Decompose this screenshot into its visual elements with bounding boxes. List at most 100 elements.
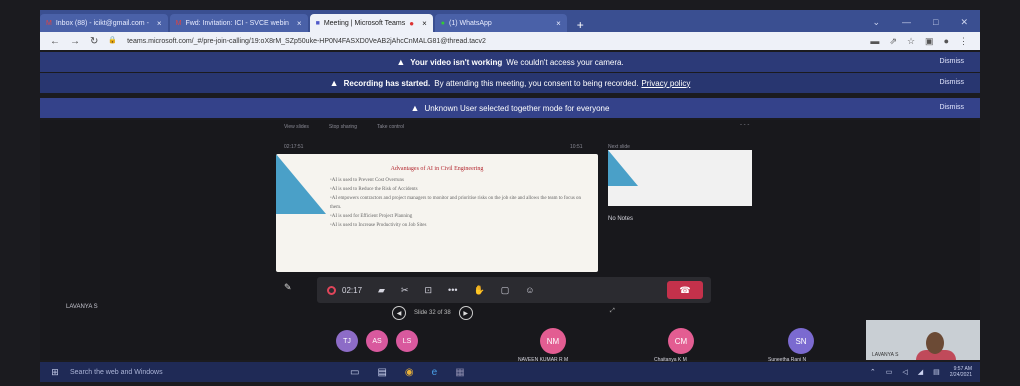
expand-icon[interactable]: ⤢: [610, 308, 615, 315]
more-options-icon[interactable]: - - -: [740, 122, 749, 128]
system-tray: ⌃ ▭ ◁ ◢ ▤ 9:57 AM 2/24/2021: [870, 366, 980, 378]
slide-elapsed-time: 02:17:51: [284, 144, 304, 150]
app-icon[interactable]: ▦: [455, 367, 464, 378]
together-mode-banner: ▲ Unknown User selected together mode fo…: [40, 98, 980, 118]
take-control-button[interactable]: Take control: [377, 124, 404, 130]
wifi-icon[interactable]: ◢: [918, 368, 923, 376]
camera-off-icon[interactable]: ▰: [378, 285, 385, 296]
self-name: LAVANYA S: [872, 352, 899, 358]
participant-avatar[interactable]: AS: [366, 330, 388, 352]
stop-sharing-button[interactable]: Stop sharing: [329, 124, 357, 130]
slide-bullet-list: AI is used to Prevent Cost Overruns AI i…: [330, 176, 598, 230]
raise-hand-icon[interactable]: ✋: [474, 285, 485, 296]
self-video-tile: LAVANYA S: [866, 320, 980, 360]
tab-gmail-invitation[interactable]: M Fwd: Invitation: ICI - SVCE webin ×: [169, 14, 308, 32]
view-slides-button[interactable]: View slides: [284, 124, 309, 130]
warning-icon: ▲: [396, 57, 406, 67]
close-icon[interactable]: ×: [422, 19, 427, 28]
file-explorer-icon[interactable]: ▤: [377, 367, 386, 378]
tab-label: (1) WhatsApp: [449, 19, 492, 27]
close-icon[interactable]: ✕: [960, 17, 968, 28]
clock-date: 2/24/2021: [949, 372, 972, 378]
gmail-icon: M: [175, 19, 182, 27]
chevron-up-icon[interactable]: ⌃: [870, 368, 876, 376]
slide-counter: Slide 32 of 38: [414, 310, 451, 316]
back-icon[interactable]: ←: [50, 36, 60, 47]
warning-icon: ▲: [410, 103, 420, 113]
new-tab-icon[interactable]: +: [569, 18, 592, 32]
whatsapp-icon: ●: [440, 19, 446, 27]
slide-bullet: AI is used to Reduce the Risk of Acciden…: [330, 185, 582, 194]
edge-icon[interactable]: e: [432, 367, 438, 378]
tab-whatsapp[interactable]: ● (1) WhatsApp ×: [434, 14, 567, 32]
task-view-icon[interactable]: ▭: [350, 367, 359, 378]
battery-icon[interactable]: ▭: [886, 368, 893, 376]
participant-tile-avatar[interactable]: SN: [788, 328, 814, 354]
windows-taskbar: ⊞ Search the web and Windows ▭ ▤ ◉ e ▦ ⌃…: [40, 362, 980, 382]
minimize-icon[interactable]: —: [902, 17, 911, 28]
share-icon[interactable]: ⇗: [889, 36, 897, 47]
presenter-name: LAVANYA S: [66, 304, 98, 310]
gmail-icon: M: [46, 19, 52, 27]
dismiss-button[interactable]: Dismiss: [940, 58, 965, 65]
participant-avatar[interactable]: LS: [396, 330, 418, 352]
screen-photo: M Inbox (88) - icikt@gmail.com - × M Fwd…: [0, 0, 1020, 386]
forward-icon[interactable]: →: [70, 36, 80, 47]
participant-tile-avatar[interactable]: NM: [540, 328, 566, 354]
next-slide-preview[interactable]: [608, 150, 752, 206]
presenter-toolbar: View slides Stop sharing Take control: [284, 124, 404, 130]
close-icon[interactable]: ×: [157, 19, 162, 28]
slide-bullet: AI empowers contractors and project mana…: [330, 194, 582, 212]
recording-dot-icon: ●: [409, 18, 415, 28]
share-tray-icon[interactable]: ⊡: [425, 285, 433, 296]
mic-off-icon[interactable]: ✂: [401, 285, 409, 296]
windows-start-icon[interactable]: ⊞: [40, 367, 70, 378]
tab-teams-meeting[interactable]: ■ Meeting | Microsoft Teams ● ×: [309, 14, 433, 32]
dismiss-button[interactable]: Dismiss: [940, 104, 965, 111]
camera-warning-banner: ▲ Your video isn't working We couldn't a…: [40, 52, 980, 72]
teams-icon: ■: [315, 19, 320, 27]
tab-gmail-inbox[interactable]: M Inbox (88) - icikt@gmail.com - ×: [40, 14, 168, 32]
slide-title: Advantages of AI in Civil Engineering: [390, 166, 484, 172]
call-control-bar: 02:17 ▰ ✂ ⊡ ••• ✋ ▢ ☺ ☎: [317, 277, 711, 303]
previous-slide-icon[interactable]: ◀: [392, 306, 406, 320]
participant-avatar[interactable]: TJ: [336, 330, 358, 352]
taskbar-apps: ▭ ▤ ◉ e ▦: [350, 367, 465, 378]
menu-icon[interactable]: ⋮: [959, 36, 968, 47]
slide-decoration: [276, 154, 326, 214]
privacy-policy-link[interactable]: Privacy policy: [641, 79, 690, 88]
clock[interactable]: 9:57 AM 2/24/2021: [950, 366, 972, 378]
meeting-stage: View slides Stop sharing Take control - …: [40, 120, 980, 363]
slide-bullet: AI is used for Efficient Project Plannin…: [330, 212, 582, 221]
participant-tile-avatar[interactable]: CM: [668, 328, 694, 354]
chrome-icon[interactable]: ◉: [405, 367, 414, 378]
hang-up-button[interactable]: ☎: [667, 281, 703, 299]
banner-bold: Recording has started.: [343, 78, 431, 88]
chat-icon[interactable]: ▢: [501, 285, 510, 296]
maximize-icon[interactable]: □: [933, 17, 938, 28]
more-actions-icon[interactable]: •••: [448, 285, 457, 295]
volume-icon[interactable]: ◁: [902, 368, 907, 376]
camera-blocked-icon[interactable]: ▬: [870, 36, 879, 47]
reload-icon[interactable]: ↻: [90, 36, 98, 47]
recording-icon: [327, 285, 336, 295]
dismiss-button[interactable]: Dismiss: [940, 79, 965, 86]
url-field[interactable]: teams.microsoft.com/_#/pre-join-calling/…: [127, 38, 870, 45]
slide-bullet: AI is used to Prevent Cost Overruns: [330, 176, 582, 185]
address-bar: ← → ↻ 🔒 teams.microsoft.com/_#/pre-join-…: [40, 32, 980, 50]
profile-icon[interactable]: ●: [944, 36, 949, 47]
banner-text: We couldn't access your camera.: [506, 57, 624, 67]
close-icon[interactable]: ×: [556, 19, 561, 28]
pen-icon[interactable]: ✎: [284, 282, 292, 293]
next-slide-icon[interactable]: ▶: [458, 306, 473, 320]
taskbar-search[interactable]: Search the web and Windows: [70, 369, 320, 376]
notification-icon[interactable]: ▤: [933, 368, 940, 376]
tab-label: Fwd: Invitation: ICI - SVCE webin: [185, 19, 289, 27]
close-icon[interactable]: ×: [297, 19, 302, 28]
participants-icon[interactable]: ☺: [525, 285, 534, 295]
recording-banner: ▲ Recording has started. By attending th…: [40, 73, 980, 93]
extension-icon[interactable]: ▣: [925, 36, 934, 47]
chevron-down-icon[interactable]: ⌄: [872, 17, 880, 28]
star-icon[interactable]: ☆: [907, 36, 915, 47]
self-video-face: [926, 332, 944, 354]
